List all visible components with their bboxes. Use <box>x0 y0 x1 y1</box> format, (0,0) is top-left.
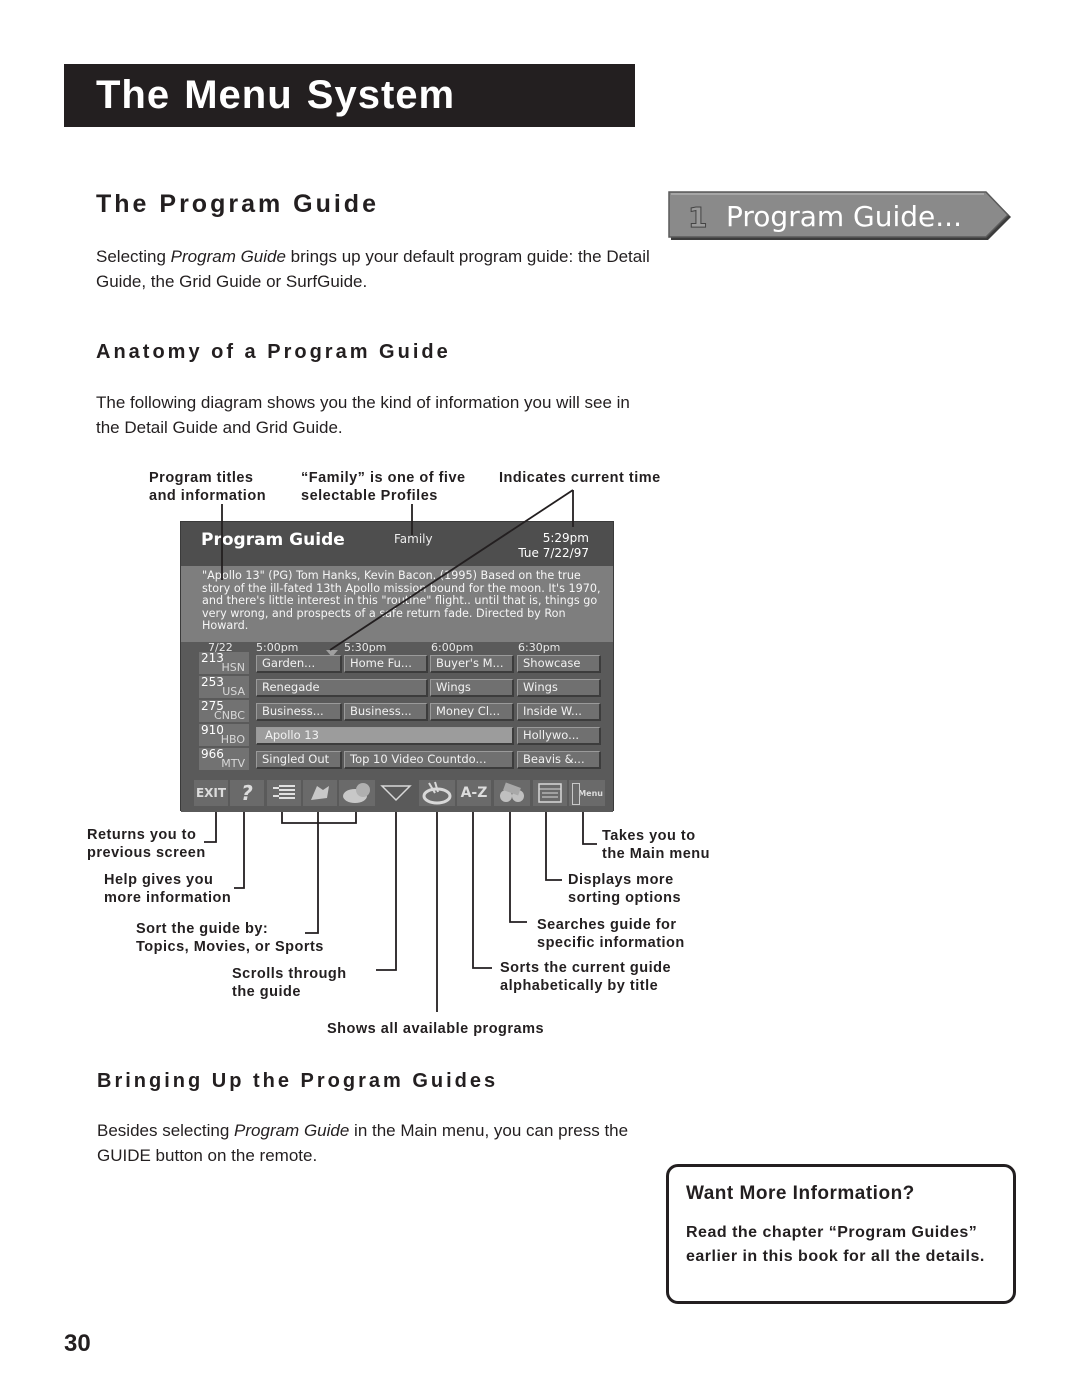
annotation-scrolls: Scrolls through the guide <box>232 965 347 1001</box>
annotation-line: Scrolls through <box>232 966 347 982</box>
para-text: Besides selecting <box>97 1121 235 1140</box>
leader-line <box>509 812 527 923</box>
annotation-line: Help gives you <box>104 872 214 888</box>
annotation-line: Sort the guide by: <box>136 921 269 937</box>
annotation-sorts-alpha: Sorts the current guide alphabetically b… <box>500 959 671 995</box>
leader-line <box>329 489 574 651</box>
annotation-line: sorting options <box>568 890 682 906</box>
annotation-line: Displays more <box>568 872 674 888</box>
leader-line <box>545 812 562 881</box>
leader-line <box>582 812 597 845</box>
leader-line <box>281 812 357 824</box>
annotation-line: Topics, Movies, or Sports <box>136 939 324 955</box>
annotation-line: Searches guide for <box>537 917 677 933</box>
annotation-line: Returns you to <box>87 827 197 843</box>
leader-line <box>472 812 492 969</box>
annotation-line: the guide <box>232 984 301 1000</box>
annotation-line: previous screen <box>87 845 206 861</box>
para-italic: Program Guide <box>234 1121 350 1140</box>
leader-line <box>376 812 397 971</box>
annotation-line: alphabetically by title <box>500 978 659 994</box>
callout-text: Read the chapter “Program Guides” earlie… <box>686 1224 985 1265</box>
annotation-line: Takes you to <box>602 828 696 844</box>
annotation-line: Sorts the current guide <box>500 960 672 976</box>
callout-title: Want More Information? <box>686 1183 915 1204</box>
annotation-main-menu: Takes you to the Main menu <box>602 827 710 863</box>
leader-line <box>234 812 245 889</box>
annotation-returns: Returns you to previous screen <box>87 826 206 862</box>
page-number: 30 <box>64 1330 91 1357</box>
annotation-line: more information <box>104 890 232 906</box>
annotation-more-sorting: Displays more sorting options <box>568 871 681 907</box>
annotation-shows-all: Shows all available programs <box>327 1020 544 1038</box>
annotation-line: the Main menu <box>602 846 711 862</box>
section-title-bringing-up: Bringing Up the Program Guides <box>97 1070 499 1092</box>
more-info-callout: Want More Information? Read the chapter … <box>666 1164 1016 1304</box>
section-paragraph: Besides selecting Program Guide in the M… <box>97 1118 657 1168</box>
leader-line <box>305 823 319 934</box>
annotation-line: Shows all available programs <box>327 1021 545 1037</box>
annotation-help: Help gives you more information <box>104 871 231 907</box>
leader-line <box>204 812 217 843</box>
annotation-searches: Searches guide for specific information <box>537 916 685 952</box>
annotation-line: specific information <box>537 935 685 951</box>
annotation-sort-by: Sort the guide by: Topics, Movies, or Sp… <box>136 920 324 956</box>
